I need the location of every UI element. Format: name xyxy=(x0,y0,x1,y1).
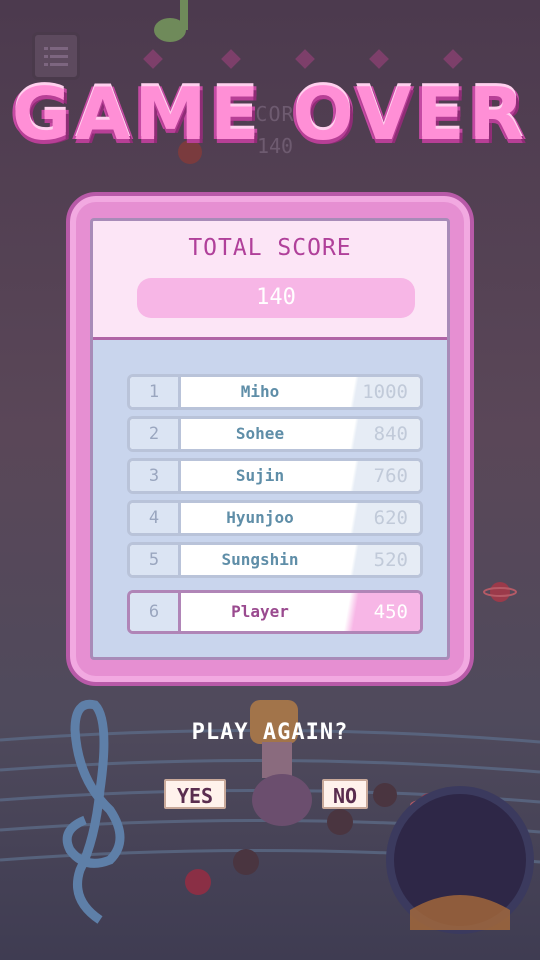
leaderboard-row: 4 Hyunjoo 620 xyxy=(127,500,423,536)
music-note-icon xyxy=(154,0,188,42)
leaderboard-row: 3 Sujin 760 xyxy=(127,458,423,494)
player-score: 620 xyxy=(340,503,420,533)
rank-number: 5 xyxy=(130,545,181,575)
game-over-title: GAME OVER xyxy=(11,72,529,156)
crystal-icon xyxy=(143,49,463,69)
menu-icon xyxy=(44,47,68,66)
leaderboard-row-player: 6 Player 450 xyxy=(127,590,423,634)
rank-number: 1 xyxy=(130,377,181,407)
leaderboard-row: 5 Sungshin 520 xyxy=(127,542,423,578)
player-score: 840 xyxy=(340,419,420,449)
player-name: Sujin xyxy=(235,466,285,485)
player-score: 1000 xyxy=(340,377,420,407)
rank-number: 3 xyxy=(130,461,181,491)
yes-button[interactable]: YES xyxy=(164,779,226,809)
rank-number: 4 xyxy=(130,503,181,533)
results-panel-inner: TOTAL SCORE 140 1 Miho 1000 2 Sohee 840 … xyxy=(90,218,450,660)
total-score-area: TOTAL SCORE 140 xyxy=(93,221,447,340)
player-name: Player xyxy=(231,602,289,621)
player-score: 450 xyxy=(340,593,420,631)
player-name: Miho xyxy=(240,382,280,401)
player-name: Sohee xyxy=(235,424,285,443)
leaderboard-row: 1 Miho 1000 xyxy=(127,374,423,410)
rank-number: 6 xyxy=(130,593,181,631)
results-panel: TOTAL SCORE 140 1 Miho 1000 2 Sohee 840 … xyxy=(66,192,474,686)
play-again-prompt: PLAY AGAIN? xyxy=(191,720,349,745)
player-score: 760 xyxy=(340,461,420,491)
player-name: Hyunjoo xyxy=(226,508,294,527)
total-score-value: 140 xyxy=(137,278,415,318)
total-score-label: TOTAL SCORE xyxy=(188,235,352,261)
player-name: Sungshin xyxy=(221,550,299,569)
leaderboard-row: 2 Sohee 840 xyxy=(127,416,423,452)
rank-number: 2 xyxy=(130,419,181,449)
player-score: 520 xyxy=(340,545,420,575)
no-button[interactable]: NO xyxy=(322,779,368,809)
character-sprite xyxy=(250,700,312,826)
